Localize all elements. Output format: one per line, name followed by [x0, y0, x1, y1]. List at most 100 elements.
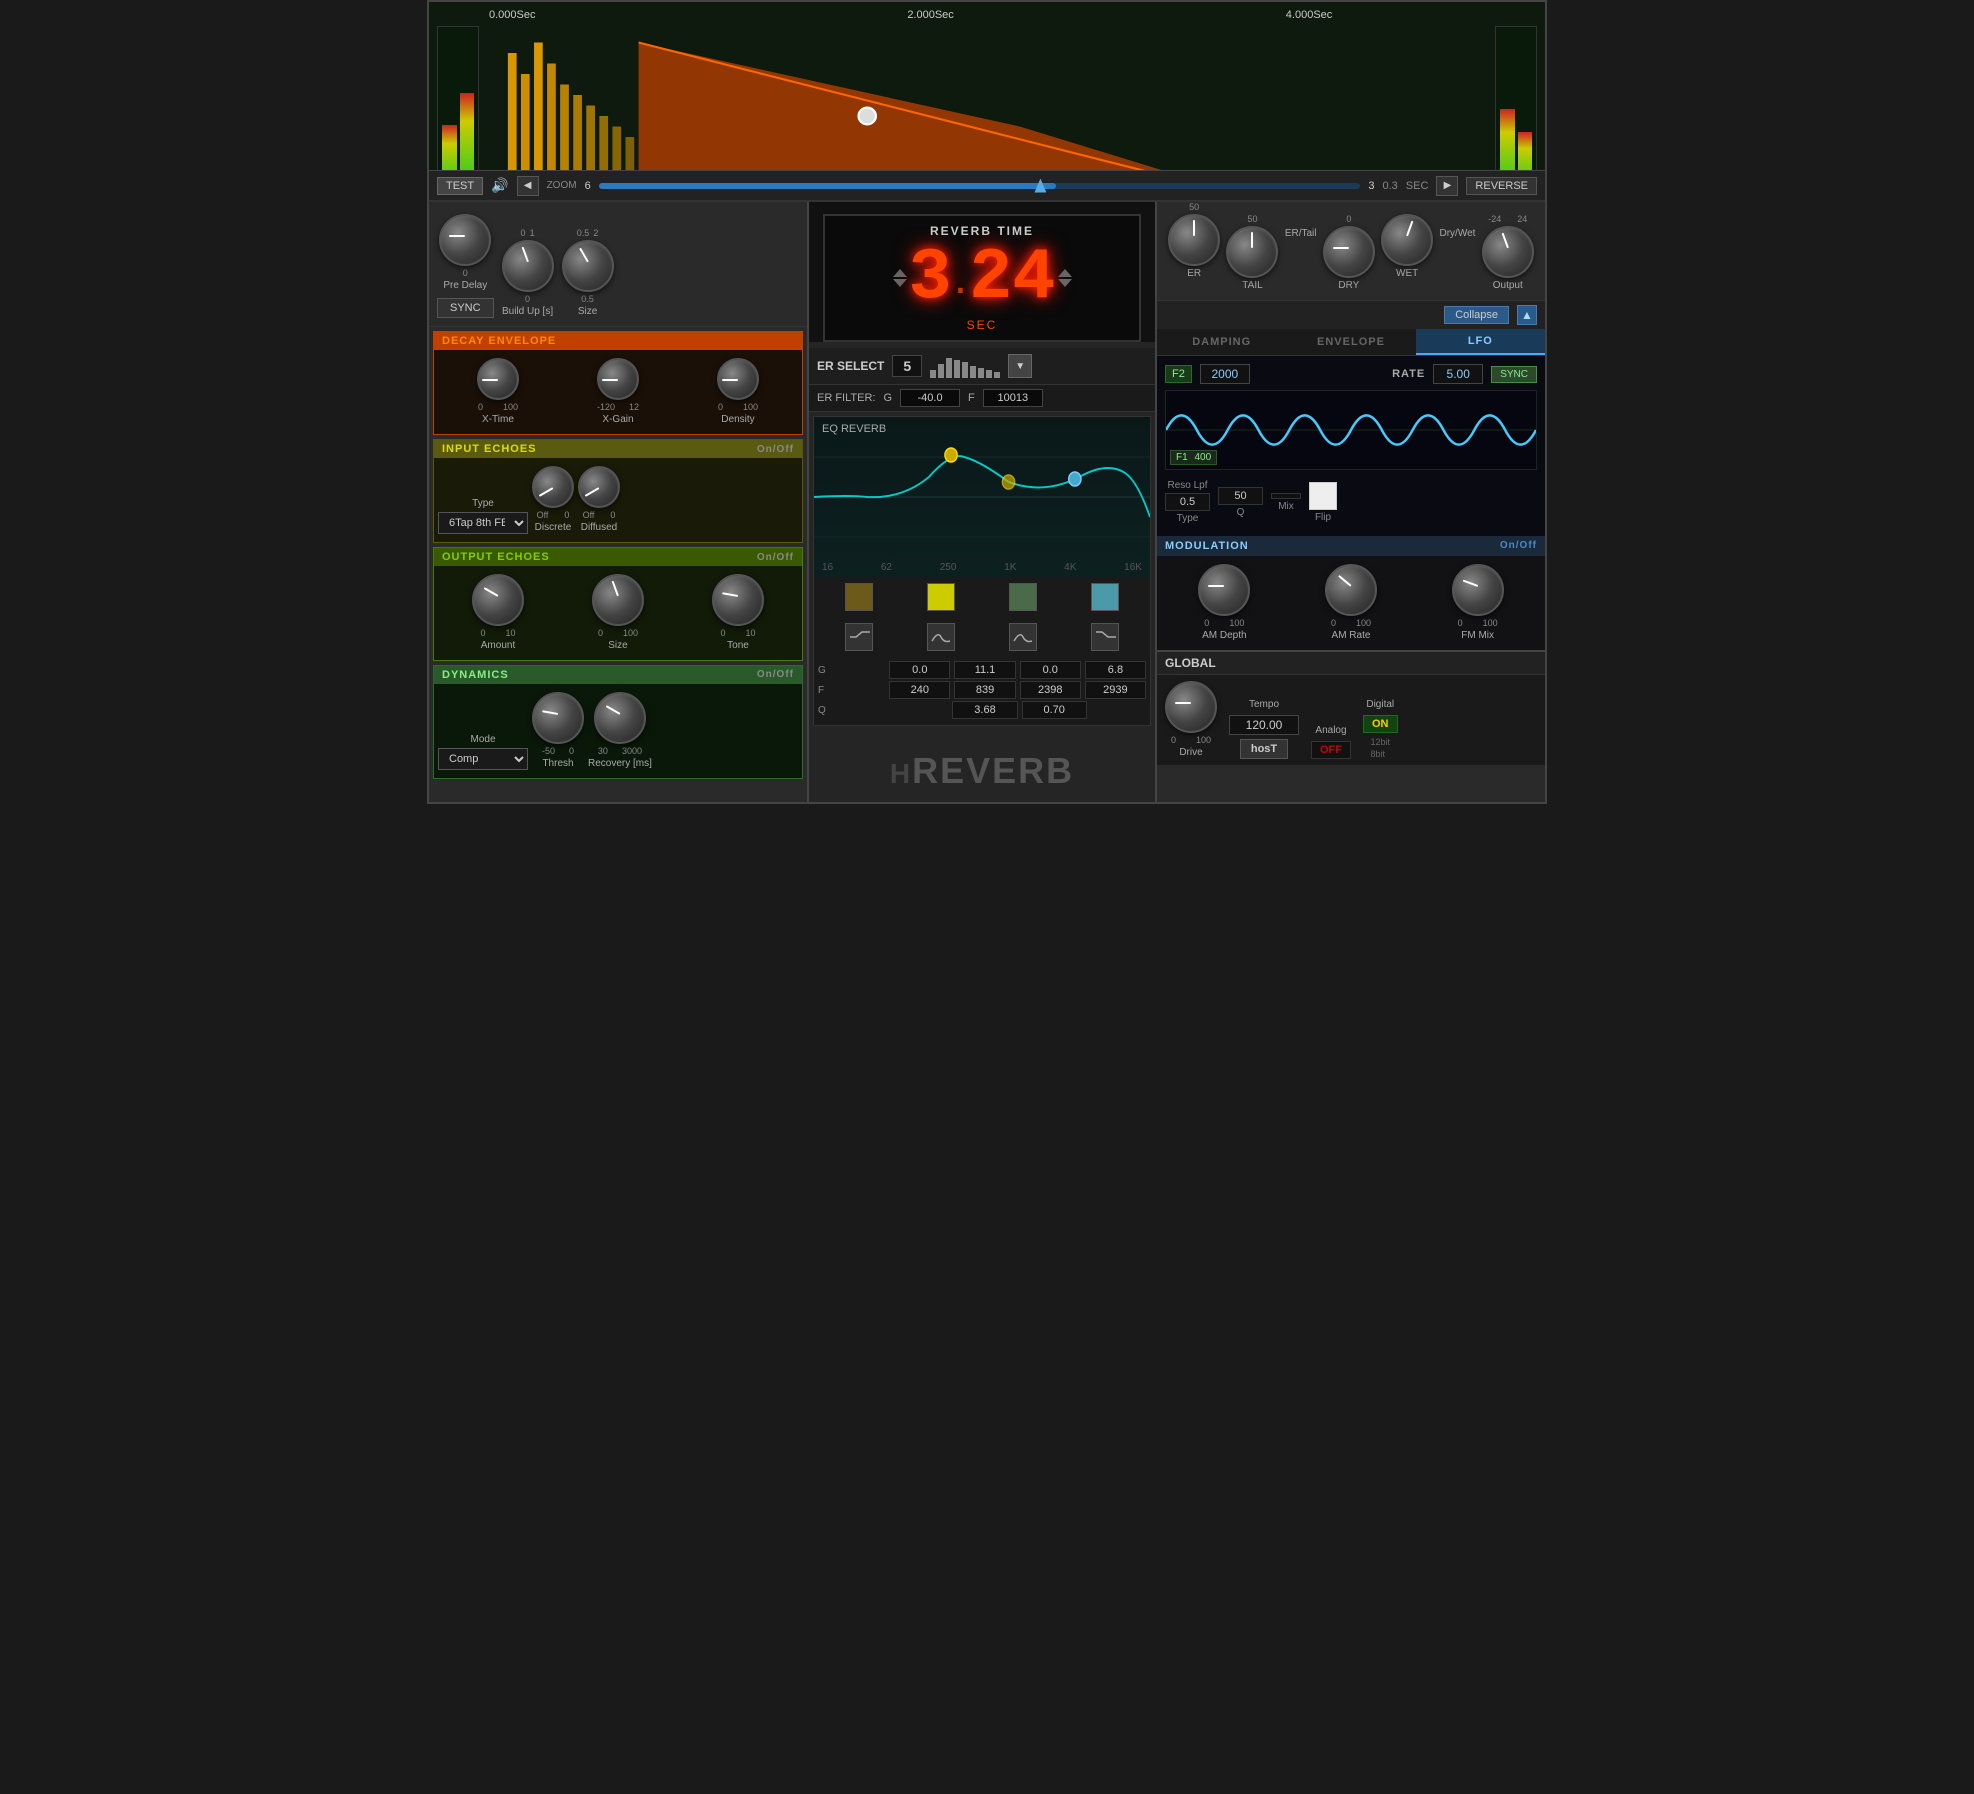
x-time-max: 100 [503, 402, 518, 412]
analog-off-value[interactable]: OFF [1311, 741, 1351, 759]
er-filter-f-value[interactable]: 10013 [983, 389, 1043, 407]
eq-band-shape-1[interactable] [845, 623, 873, 651]
zoom-slider[interactable] [599, 183, 1361, 189]
lfo-rate-value[interactable]: 5.00 [1433, 364, 1483, 384]
eq-f-val-3[interactable]: 2398 [1020, 681, 1081, 699]
digit-up-2[interactable] [1058, 269, 1072, 277]
oe-tone-knob[interactable] [712, 574, 764, 626]
wet-knob[interactable] [1381, 214, 1433, 266]
pre-delay-label: Pre Delay [443, 280, 487, 292]
lfo-rate-label: RATE [1392, 368, 1425, 380]
eq-f-val-2[interactable]: 839 [954, 681, 1015, 699]
tail-knob[interactable] [1226, 226, 1278, 278]
eq-g-val-2[interactable]: 11.1 [954, 661, 1015, 679]
eq-f-val-4[interactable]: 2939 [1085, 681, 1146, 699]
density-knob[interactable] [717, 358, 759, 400]
drive-group: 0 100 Drive [1165, 681, 1217, 759]
rewind-button[interactable]: ◀ [517, 176, 539, 196]
eq-band-shape-2[interactable] [927, 623, 955, 651]
dynamics-onoff[interactable]: On/Off [757, 669, 794, 681]
size-knob[interactable] [562, 240, 614, 292]
dry-knob[interactable] [1323, 226, 1375, 278]
test-button[interactable]: TEST [437, 177, 483, 195]
input-echoes-onoff[interactable]: On/Off [757, 444, 794, 455]
digit-down-2[interactable] [1058, 279, 1072, 287]
digital-on-value[interactable]: ON [1363, 715, 1398, 733]
eq-band-color-4[interactable] [1091, 583, 1119, 611]
x-time-min: 0 [478, 402, 483, 412]
host-button[interactable]: hosT [1240, 739, 1288, 759]
lfo-top-row: F2 2000 RATE 5.00 SYNC [1165, 364, 1537, 384]
er-knob-group: 50 ER [1168, 214, 1220, 292]
eq-g-val-3[interactable]: 0.0 [1020, 661, 1081, 679]
fm-mix-max: 100 [1483, 618, 1498, 628]
x-gain-min: -120 [597, 402, 615, 412]
reverb-time-label: REVERB TIME [833, 224, 1131, 238]
er-bar-3 [946, 358, 952, 378]
tab-envelope[interactable]: ENVELOPE [1286, 329, 1415, 355]
build-up-knob[interactable] [502, 240, 554, 292]
er-dropdown-button[interactable]: ▼ [1008, 354, 1032, 378]
oe-amount-knob[interactable] [472, 574, 524, 626]
dyn-thresh-group: -50 0 Thresh [532, 692, 584, 770]
eq-band-color-2[interactable] [927, 583, 955, 611]
global-section: GLOBAL 0 100 Drive Tempo 120.00 [1157, 650, 1545, 765]
digit-down-1[interactable] [893, 279, 907, 287]
eq-g-val-1[interactable]: 0.0 [889, 661, 950, 679]
eq-f-val-1[interactable]: 240 [889, 681, 950, 699]
er-filter-g-value[interactable]: -40.0 [900, 389, 960, 407]
tail-knob-group: 50 TAIL [1226, 214, 1278, 292]
eq-band-shape-3[interactable] [1009, 623, 1037, 651]
discrete-group: Off 0 Discrete [532, 466, 574, 534]
dry-wet-label: Dry/Wet [1439, 228, 1475, 240]
lfo-mix-value[interactable] [1271, 493, 1301, 499]
eq-g-val-4[interactable]: 6.8 [1085, 661, 1146, 679]
density-group: 0 100 Density [717, 358, 759, 426]
sync-button[interactable]: SYNC [437, 298, 494, 318]
output-echoes-onoff[interactable]: On/Off [757, 552, 794, 563]
lfo-f2-value[interactable]: 2000 [1200, 364, 1250, 384]
collapse-button[interactable]: Collapse [1444, 306, 1509, 324]
eq-band-color-1[interactable] [845, 583, 873, 611]
discrete-knob[interactable] [532, 466, 574, 508]
oe-size-scale: 0 100 [598, 628, 638, 638]
pre-delay-knob[interactable] [439, 214, 491, 266]
x-gain-knob[interactable] [597, 358, 639, 400]
reverse-button[interactable]: REVERSE [1466, 177, 1537, 195]
am-depth-knob[interactable] [1198, 564, 1250, 616]
eq-band-shape-4[interactable] [1091, 623, 1119, 651]
play-button[interactable]: ▶ [1436, 176, 1458, 196]
fm-mix-knob[interactable] [1452, 564, 1504, 616]
echo-type-select[interactable]: 6Tap 8th FB [438, 512, 528, 534]
bit-labels: 12bit 8bit [1370, 737, 1390, 759]
am-rate-knob[interactable] [1325, 564, 1377, 616]
digit-up-1[interactable] [893, 269, 907, 277]
dyn-recovery-knob[interactable] [594, 692, 646, 744]
er-knob[interactable] [1168, 214, 1220, 266]
output-knob[interactable] [1482, 226, 1534, 278]
eq-freq-1k: 1K [1004, 562, 1016, 573]
lfo-q-value[interactable]: 50 [1218, 487, 1263, 505]
eq-q-val-3[interactable]: 0.70 [1022, 701, 1087, 719]
dyn-thresh-knob[interactable] [532, 692, 584, 744]
tab-lfo[interactable]: LFO [1416, 329, 1545, 355]
collapse-arrow-button[interactable]: ▲ [1517, 305, 1537, 325]
lfo-sync-button[interactable]: SYNC [1491, 366, 1537, 383]
tempo-value[interactable]: 120.00 [1229, 715, 1299, 735]
eq-band-color-3[interactable] [1009, 583, 1037, 611]
input-echoes-section: INPUT ECHOES On/Off Type 6Tap 8th FB Off [433, 439, 803, 543]
lfo-reso-value[interactable]: 0.5 [1165, 493, 1210, 511]
right-panel: 50 ER 50 TAIL ER/Tail 0 DRY [1155, 202, 1545, 802]
tab-damping[interactable]: DAMPING [1157, 329, 1286, 355]
eq-q-val-2[interactable]: 3.68 [952, 701, 1017, 719]
dyn-mode-select[interactable]: Comp [438, 748, 528, 770]
size-label: Size [578, 306, 597, 318]
lfo-section: F2 2000 RATE 5.00 SYNC F1 [1157, 356, 1545, 536]
modulation-onoff[interactable]: On/Off [1500, 540, 1537, 552]
lfo-flip-box[interactable] [1309, 482, 1337, 510]
oe-size-knob[interactable] [592, 574, 644, 626]
diffused-knob[interactable] [578, 466, 620, 508]
digit-arrows-2 [1058, 269, 1072, 287]
drive-knob[interactable] [1165, 681, 1217, 733]
x-time-knob[interactable] [477, 358, 519, 400]
